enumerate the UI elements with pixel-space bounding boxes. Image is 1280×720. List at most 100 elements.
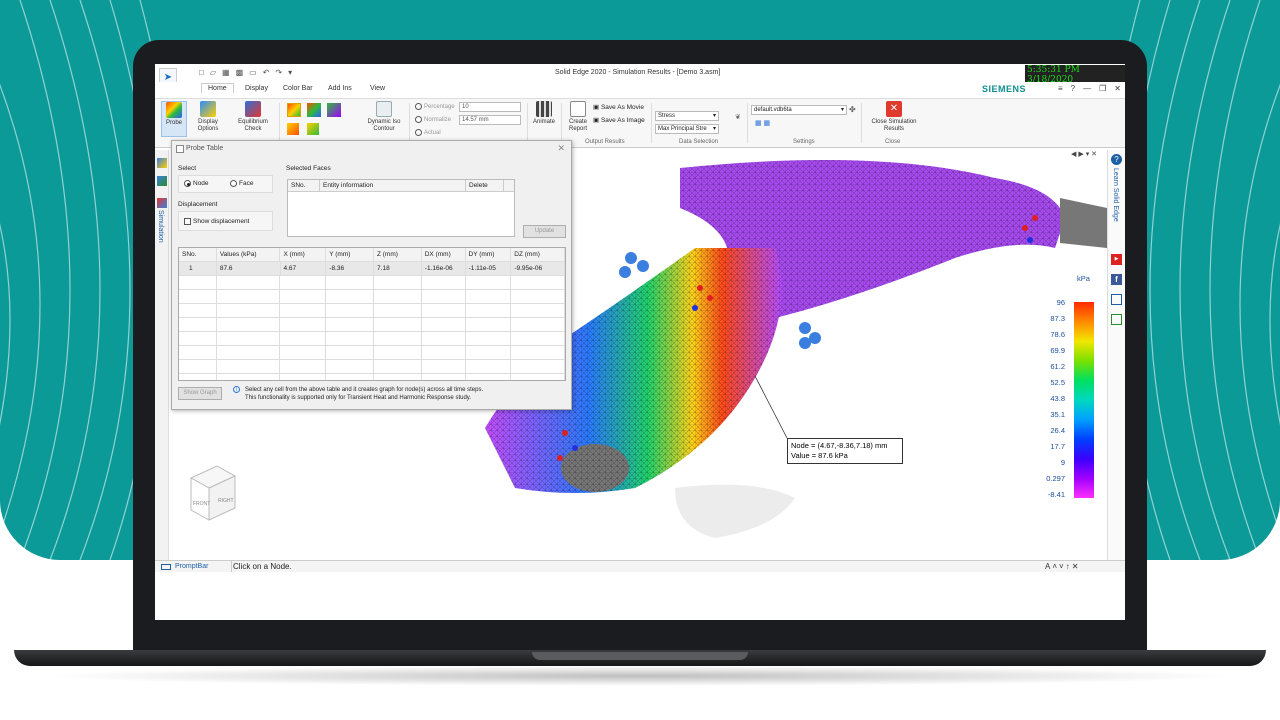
table-row[interactable]: 1 87.6 4.67 -8.36 7.18 -1.16e-06 -1.11e-… [179,262,565,276]
help-icon[interactable]: ? [1071,84,1075,93]
sidebar-simulation-label[interactable]: Simulation [157,210,164,243]
cell-y[interactable]: -8.36 [326,262,375,275]
print-icon[interactable]: ▩ [236,68,244,77]
probe-button[interactable]: Probe [161,101,187,137]
table-row[interactable] [179,332,565,346]
customize-icon[interactable]: ▾ [288,68,292,77]
cell-z[interactable]: 7.18 [374,262,422,275]
cell-dx[interactable]: -1.16e-06 [422,262,466,275]
actual-option[interactable]: Actual [415,129,441,136]
colorbar-gradient[interactable] [1074,302,1094,498]
view-cube-front[interactable]: FRONT [193,501,210,507]
probe-results-table[interactable]: SNo. Values (kPa) X (mm) Y (mm) Z (mm) D… [178,247,566,381]
dynamic-iso-contour-button[interactable]: Dynamic Iso Contour [363,101,405,133]
tab-home[interactable]: Home [201,83,234,93]
table-row[interactable] [179,374,565,380]
document-icon[interactable] [1111,314,1122,325]
help-circle-icon[interactable]: ? [1111,154,1122,165]
tab-view[interactable]: View [370,85,385,92]
view-cube[interactable] [189,465,237,521]
face-radio[interactable] [230,180,237,187]
cell-sno[interactable]: 1 [179,262,217,275]
copy-icon[interactable]: ▭ [249,68,257,77]
sidebar-tool-icon[interactable] [157,158,167,168]
close-icon[interactable]: ✕ [1114,84,1121,93]
tab-display[interactable]: Display [245,85,268,92]
table-row[interactable] [179,346,565,360]
table-row[interactable] [179,276,565,290]
dropdown-icon[interactable]: ▾ [1086,151,1090,158]
youtube-icon[interactable]: ▶ [1111,254,1122,265]
contour-plot-icon[interactable] [287,103,301,117]
create-report-button[interactable]: Create Report [565,101,591,133]
redo-icon[interactable]: ↷ [275,68,282,77]
result-type-select[interactable]: Stress ▾ [655,111,719,121]
tab-add-ins[interactable]: Add Ins [328,85,352,92]
cell-dz[interactable]: -9.95e-06 [511,262,565,275]
close-prompt-icon[interactable]: ✕ [1072,562,1081,571]
sidebar-layers-icon[interactable] [157,176,167,186]
prompt-bar-label[interactable]: PromptBar [175,563,208,570]
view-cube-right[interactable]: RIGHT [218,498,234,504]
animate-button[interactable]: Animate [531,101,557,126]
undo-icon[interactable]: ↶ [263,68,270,77]
fringe-plot-icon[interactable] [307,103,321,117]
sidebar-simulation-icon[interactable] [157,198,167,208]
deformed-shape-icon[interactable] [287,123,299,135]
open-file-icon[interactable]: ▱ [210,68,216,77]
colorbar-label: 69.9 [1050,346,1065,355]
display-options-button[interactable]: Display Options [193,101,223,133]
minimize-icon[interactable]: — [1083,84,1091,93]
facebook-icon[interactable]: f [1111,274,1122,285]
right-shaft[interactable] [1060,198,1107,248]
table-row[interactable] [179,360,565,374]
table-row[interactable] [179,290,565,304]
save-as-movie-button[interactable]: ▣ Save As Movie [593,103,644,111]
community-icon[interactable] [1111,294,1122,305]
normalize-radio[interactable] [415,116,422,123]
tab-color-bar[interactable]: Color Bar [283,85,313,92]
settings-select[interactable]: default.vdb6ta ▾ [751,105,847,115]
normalize-option[interactable]: Normalize [415,116,451,123]
pin-icon[interactable]: ❦ [735,113,741,121]
settings-tools-icon[interactable]: ✤ [849,105,856,114]
save-as-image-button[interactable]: ▣ Save As Image [593,116,645,124]
show-displacement-option[interactable]: Show displacement [184,218,249,225]
learn-solid-edge-label[interactable]: Learn Solid Edge [1112,168,1119,222]
node-option[interactable]: Node [184,180,209,187]
show-graph-button[interactable]: Show Graph [178,387,222,400]
face-option[interactable]: Face [230,180,253,187]
undeformed-shape-icon[interactable] [307,123,319,135]
colorbar-label: 17.7 [1050,442,1065,451]
result-component-select[interactable]: Max Principal Stre ▾ [655,124,719,134]
equilibrium-check-button[interactable]: Equilibrium Check [233,101,273,133]
collapse-icon[interactable]: ˄ [1052,562,1059,571]
restore-icon[interactable]: ❐ [1099,84,1106,93]
selected-faces-table[interactable]: SNo. Entity information Delete [287,179,515,237]
previous-icon[interactable]: ◀ [1071,151,1076,158]
iso-surface-icon[interactable] [327,103,341,117]
percentage-option[interactable]: Percentage [415,103,455,110]
update-button[interactable]: Update [523,225,566,238]
cell-x[interactable]: 4.67 [281,262,327,275]
sf-col-entity: Entity information [320,180,466,191]
cell-dy[interactable]: -1.11e-05 [466,262,512,275]
show-displacement-checkbox[interactable] [184,218,191,225]
percentage-field[interactable]: 10 [459,102,521,112]
menu-icon[interactable]: ≡ [1058,84,1063,93]
cell-value[interactable]: 87.6 [217,262,281,275]
dialog-close-icon[interactable]: ✕ [557,143,565,154]
expand-icon[interactable]: ˅ [1059,562,1066,571]
percentage-radio[interactable] [415,103,422,110]
close-simulation-results-button[interactable]: ✕ Close Simulation Results [867,101,921,133]
table-row[interactable] [179,304,565,318]
save-icon[interactable]: ▦ [222,68,230,77]
normalize-field[interactable]: 14.57 mm [459,115,521,125]
close-graphics-icon[interactable]: ✕ [1091,151,1097,158]
node-radio[interactable] [184,180,191,187]
new-file-icon[interactable]: □ [199,68,204,77]
next-icon[interactable]: ▶ [1078,151,1083,158]
table-row[interactable] [179,318,565,332]
actual-radio[interactable] [415,129,422,136]
settings-save-icon[interactable]: ▦ ▦ [755,119,770,127]
